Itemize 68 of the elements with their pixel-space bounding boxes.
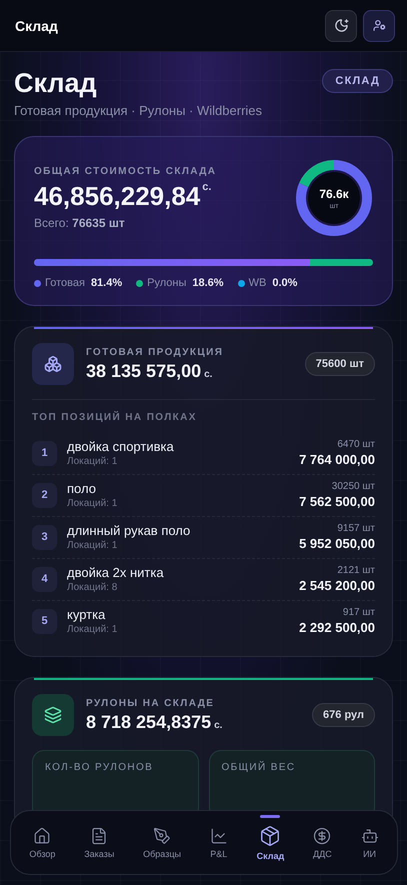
section-badge: СКЛАД <box>322 69 393 93</box>
count-badge: 676 рул <box>312 703 375 727</box>
active-indicator <box>260 814 280 818</box>
item-name: двойка 2х нитка <box>67 565 165 580</box>
item-amount: 2 545 200,00 <box>299 578 375 593</box>
theme-toggle-button[interactable] <box>325 10 357 42</box>
page-title: Склад <box>14 67 98 100</box>
legend-percent: 0.0% <box>272 277 298 289</box>
item-name: двойка спортивка <box>67 439 175 454</box>
legend-label: Готовая <box>45 277 85 289</box>
house-icon <box>33 826 52 844</box>
nav-tab[interactable]: Обзор <box>27 820 58 864</box>
line-chart-icon <box>210 826 228 844</box>
legend-label: Рулоны <box>147 277 186 289</box>
document-icon <box>90 826 108 844</box>
item-amount: 2 292 500,00 <box>299 620 375 635</box>
user-gear-icon <box>372 19 386 32</box>
layers-icon <box>32 694 74 736</box>
item-amount: 7 764 000,00 <box>299 452 375 467</box>
page-subtitle: Готовая продукция · Рулоны · Wildberries <box>14 103 262 118</box>
nav-tab[interactable]: Склад <box>254 818 286 866</box>
item-amount: 7 562 500,00 <box>299 494 375 509</box>
box-icon <box>259 824 282 846</box>
moon-star-icon <box>334 18 348 33</box>
item-name: длинный рукав поло <box>67 523 192 538</box>
legend-label: WB <box>248 277 266 289</box>
item-amount: 5 952 050,00 <box>299 536 375 551</box>
stat-label: ОБЩИЙ ВЕС <box>222 762 297 773</box>
pen-icon <box>153 826 172 844</box>
stat-label: КОЛ-ВО РУЛОНОВ <box>45 762 154 773</box>
app-title: Склад <box>15 18 58 34</box>
donut-value: 76.6к <box>319 186 349 200</box>
item-locations: Локаций: 1 <box>67 498 118 509</box>
rank-badge: 5 <box>32 608 57 634</box>
legend-percent: 18.6% <box>192 277 224 289</box>
nav-tab[interactable]: P&L <box>208 820 230 864</box>
item-quantity: 9157 шт <box>337 523 375 534</box>
robot-icon <box>360 826 379 844</box>
item-locations: Локаций: 1 <box>67 456 118 467</box>
nav-tab[interactable]: ИИ <box>358 820 381 864</box>
item-name: поло <box>67 481 97 496</box>
card-label: ГОТОВАЯ ПРОДУКЦИЯ <box>86 346 224 358</box>
rank-badge: 2 <box>32 482 57 508</box>
nav-tab[interactable]: Заказы <box>82 820 116 864</box>
item-name: куртка <box>67 607 106 622</box>
item-quantity: 917 шт <box>342 607 375 618</box>
item-quantity: 6470 шт <box>337 439 375 450</box>
rank-badge: 1 <box>32 440 57 466</box>
nav-tab[interactable]: Образцы <box>141 820 183 864</box>
rank-badge: 3 <box>32 524 57 550</box>
card-label: РУЛОНЫ НА СКЛАДЕ <box>86 698 216 708</box>
item-locations: Локаций: 1 <box>67 540 118 551</box>
card-value: 8 718 254,8375 с. <box>86 712 224 732</box>
rank-badge: 4 <box>32 566 57 592</box>
summary-label: ОБЩАЯ СТОИМОСТЬ СКЛАДА <box>34 166 216 177</box>
user-settings-button[interactable] <box>363 10 395 42</box>
dollar-coin-icon <box>313 826 332 844</box>
boxes-icon <box>32 343 74 385</box>
section-label: ТОП ПОЗИЦИЙ НА ПОЛКАХ <box>32 412 198 423</box>
item-quantity: 30250 шт <box>332 481 375 492</box>
legend-percent: 81.4% <box>90 277 122 289</box>
item-locations: Локаций: 1 <box>67 624 118 635</box>
count-badge: 75600 шт <box>304 352 375 376</box>
card-value: 38 135 575,00 с. <box>86 360 214 382</box>
nav-tab[interactable]: ДДС <box>311 820 334 864</box>
item-quantity: 2121 шт <box>337 565 375 576</box>
item-locations: Локаций: 8 <box>67 582 118 593</box>
total-count: Всего: 76635 шт <box>34 216 126 230</box>
